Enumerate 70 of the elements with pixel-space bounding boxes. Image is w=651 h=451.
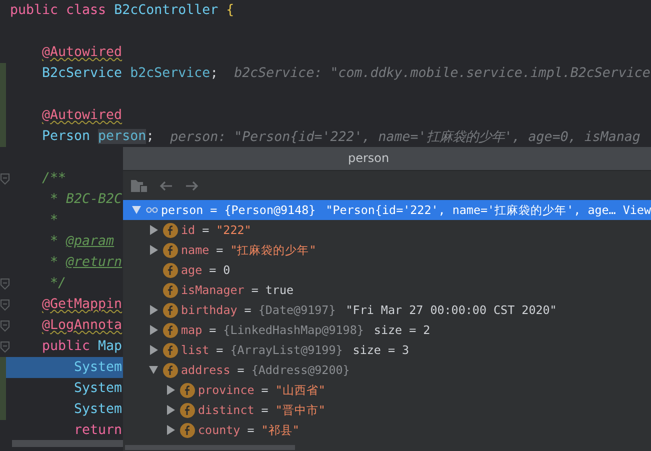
code-line: /**: [42, 171, 66, 186]
tree-row[interactable]: id = "222": [123, 220, 651, 240]
tree-row[interactable]: province = "山西省": [123, 380, 651, 400]
variable-value: name = "扛麻袋的少年": [181, 242, 316, 258]
code-line: System: [74, 381, 122, 396]
tree-row[interactable]: list = {ArrayList@9199} size = 3: [123, 340, 651, 360]
fold-icon[interactable]: [0, 172, 10, 184]
variable-value: map = {LinkedHashMap@9198} size = 2: [181, 323, 430, 337]
code-line: @LogAnnota: [42, 318, 122, 333]
variable-value: address = {Address@9200}: [181, 363, 350, 377]
field-icon: [180, 402, 195, 418]
view-link[interactable]: View: [622, 203, 651, 217]
fold-icon[interactable]: [0, 340, 10, 352]
code-line: * B2C-B2C: [50, 192, 122, 207]
scrollbar[interactable]: [125, 445, 295, 450]
fold-icon[interactable]: [0, 320, 10, 332]
inline-value-hint: b2cService: "com.ddky.mobile.service.impl.B2cService: [234, 66, 650, 81]
field-icon: [163, 242, 178, 258]
field-icon: [180, 422, 195, 438]
tree-row[interactable]: county = "祁县": [123, 420, 651, 440]
field-icon: [163, 262, 178, 278]
code-line: @GetMappin: [42, 297, 122, 312]
fold-icon[interactable]: [0, 278, 10, 290]
glasses-icon[interactable]: [146, 205, 158, 215]
collapse-arrow-icon[interactable]: [148, 365, 158, 375]
field-icon: [163, 302, 178, 318]
code-line: System: [74, 360, 122, 375]
tree-row[interactable]: distinct = "晋中市": [123, 400, 651, 420]
code-line: public class B2cController {: [10, 3, 234, 18]
collapse-arrow-icon[interactable]: [132, 205, 140, 215]
tree-row[interactable]: birthday = {Date@9197} "Fri Mar 27 00:00:00 CST 2020": [123, 300, 651, 320]
variable-value: age = 0: [181, 263, 230, 277]
code-line: Person person;: [42, 129, 154, 144]
code-line: System: [74, 402, 122, 417]
code-line: B2cService b2cService;: [42, 66, 218, 81]
field-icon: [163, 362, 178, 378]
code-line: * @param: [50, 234, 114, 249]
variable-value: distinct = "晋中市": [198, 402, 326, 418]
code-line: public Map: [42, 339, 122, 354]
tree-row[interactable]: age = 0: [123, 260, 651, 280]
popup-title: person: [123, 147, 651, 170]
field-icon: [163, 222, 178, 238]
field-icon: [163, 342, 178, 358]
back-arrow-icon[interactable]: [159, 180, 173, 190]
field-icon: [163, 282, 178, 298]
tree-row[interactable]: name = "扛麻袋的少年": [123, 240, 651, 260]
field-icon: [163, 322, 178, 338]
code-line: return: [74, 423, 122, 438]
field-icon: [180, 382, 195, 398]
code-line: * @return: [50, 255, 122, 270]
inline-value-hint: person: "Person{id='222', name='扛麻袋的少年', age=0, isManag: [170, 128, 640, 146]
variable-value: list = {ArrayList@9199} size = 3: [181, 343, 410, 357]
folder-icon[interactable]: [131, 178, 147, 192]
code-line: */: [50, 276, 66, 291]
code-line: @Autowired: [42, 108, 122, 123]
variable-value: id = "222": [181, 223, 252, 237]
tree-row[interactable]: address = {Address@9200}: [123, 360, 651, 380]
tree-row[interactable]: isManager = true: [123, 280, 651, 300]
tree-row[interactable]: person = {Person@9148} "Person{id='222', name='扛麻袋的少年', age… View: [123, 200, 651, 220]
scrollbar[interactable]: [12, 440, 123, 447]
variable-value: birthday = {Date@9197} "Fri Mar 27 00:00:00 CST 2020": [181, 303, 557, 317]
fold-icon[interactable]: [0, 298, 10, 310]
variable-value: county = "祁县": [198, 422, 300, 438]
variable-value: province = "山西省": [198, 382, 326, 398]
tree-row[interactable]: map = {LinkedHashMap@9198} size = 2: [123, 320, 651, 340]
code-line: *: [50, 213, 58, 228]
variable-value: person = {Person@9148} "Person{id='222', name='扛麻袋的少年', age…: [160, 202, 616, 218]
variable-value: isManager = true: [181, 283, 294, 297]
code-line: @Autowired: [42, 45, 122, 60]
forward-arrow-icon[interactable]: [185, 180, 199, 190]
